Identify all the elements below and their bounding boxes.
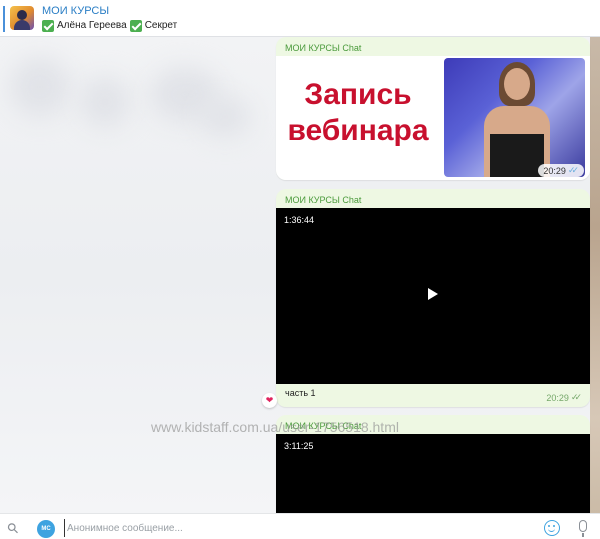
watermark: www.kidstaff.com.ua/user-1756518.html xyxy=(151,419,399,435)
message-time: 20:29 ✓✓ xyxy=(538,164,584,177)
image-caption: Запись вебинара xyxy=(276,77,440,149)
user-avatar[interactable]: МС xyxy=(37,520,55,538)
message-bubble[interactable]: МОИ КУРСЫ Chat 1:36:44 часть 1 20:29 ✓✓ xyxy=(276,189,590,407)
time-text: 20:29 xyxy=(546,392,569,403)
channel-title: МОИ КУРСЫ xyxy=(42,5,110,17)
video-player[interactable]: 3:11:25 xyxy=(276,434,590,513)
header-accent-bar xyxy=(3,6,5,32)
blurred-shape xyxy=(10,57,70,117)
background-strip xyxy=(590,37,600,513)
blurred-shape xyxy=(200,97,250,137)
message-sender: МОИ КУРСЫ Chat xyxy=(285,195,362,205)
header-titles[interactable]: МОИ КУРСЫ Алёна Гереева Секрет xyxy=(42,4,177,33)
read-checks-icon: ✓✓ xyxy=(570,392,582,402)
video-duration: 1:36:44 xyxy=(284,215,315,225)
check-icon xyxy=(42,19,54,32)
channel-subtitle: Алёна Гереева Секрет xyxy=(42,18,177,33)
message-bubble[interactable]: МОИ КУРСЫ Chat Запись вебинара 20:29 ✓✓ xyxy=(276,37,590,180)
message-input[interactable] xyxy=(64,519,524,537)
message-sender: МОИ КУРСЫ Chat xyxy=(285,43,362,53)
chat-header[interactable]: МОИ КУРСЫ Алёна Гереева Секрет xyxy=(0,0,600,37)
caption-line: вебинара xyxy=(287,114,429,147)
subtitle-tag: Секрет xyxy=(144,20,178,31)
subtitle-name: Алёна Гереева xyxy=(57,20,127,31)
photo-dress xyxy=(490,134,544,177)
channel-avatar[interactable] xyxy=(10,6,34,30)
time-text: 20:29 xyxy=(543,165,566,176)
paperclip-icon[interactable]: ⚲ xyxy=(3,519,22,538)
video-player[interactable]: 1:36:44 xyxy=(276,208,590,384)
heart-reaction-icon[interactable]: ❤ xyxy=(262,393,277,408)
message-text: часть 1 xyxy=(285,388,316,398)
video-duration: 3:11:25 xyxy=(284,441,314,451)
check-icon xyxy=(129,19,142,32)
microphone-icon[interactable] xyxy=(579,520,587,537)
read-checks-icon: ✓✓ xyxy=(567,165,579,175)
speaker-photo xyxy=(444,58,585,177)
message-time: 20:29 ✓✓ xyxy=(546,392,582,403)
photo-head xyxy=(504,68,530,100)
image-media[interactable]: Запись вебинара 20:29 ✓✓ xyxy=(276,56,590,180)
caption-line: Запись xyxy=(304,78,412,111)
play-icon[interactable] xyxy=(428,288,438,300)
message-composer: ⚲ МС xyxy=(0,513,600,539)
blurred-shape xyxy=(80,77,130,127)
emoji-icon[interactable] xyxy=(544,520,560,536)
